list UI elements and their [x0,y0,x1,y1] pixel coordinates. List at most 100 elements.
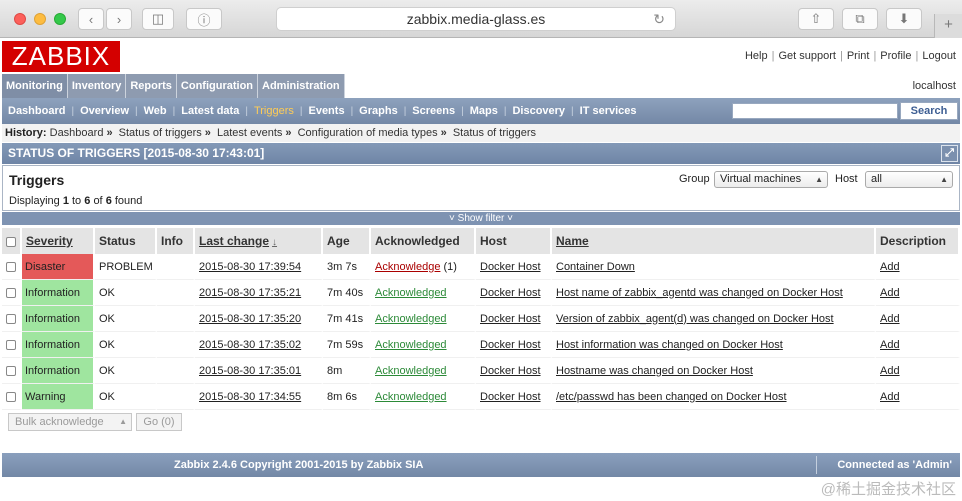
last-change-link[interactable]: 2015-08-30 17:35:01 [199,365,301,377]
get-support-link[interactable]: Get support [778,50,835,62]
row-checkbox[interactable] [6,365,16,376]
row-checkbox[interactable] [6,391,16,402]
submenu-overview[interactable]: Overview [80,105,129,117]
menu-configuration[interactable]: Configuration [176,74,259,98]
status-cell: OK [95,280,157,306]
tabs-overview-button[interactable]: ⧉ [842,8,878,30]
menu-administration[interactable]: Administration [258,74,345,98]
row-checkbox[interactable] [6,339,16,350]
row-checkbox[interactable] [6,287,16,298]
status-cell: OK [95,332,157,358]
menu-reports[interactable]: Reports [126,74,177,98]
last-change-link[interactable]: 2015-08-30 17:35:20 [199,313,301,325]
acknowledged-link[interactable]: Acknowledged [375,339,447,351]
group-select[interactable]: Virtual machines ▲ [714,171,828,188]
show-filter-toggle[interactable]: ˅ Show filter ˅ [2,212,960,225]
triggers-heading: Triggers [9,172,65,188]
add-description-link[interactable]: Add [880,391,900,403]
go-button[interactable]: Go (0) [136,413,182,431]
status-cell: OK [95,306,157,332]
host-link[interactable]: Docker Host [480,365,541,377]
history-link[interactable]: Status of triggers [453,127,536,139]
submenu-latest-data[interactable]: Latest data [181,105,239,117]
col-name[interactable]: Name [552,228,876,254]
trigger-name-link[interactable]: Hostname was changed on Docker Host [556,365,753,377]
host-link[interactable]: Docker Host [480,287,541,299]
zoom-window-button[interactable] [54,13,66,25]
host-link[interactable]: Docker Host [480,391,541,403]
submenu-dashboard[interactable]: Dashboard [8,105,65,117]
search-input[interactable] [732,103,898,119]
history-link[interactable]: Configuration of media types [298,127,438,139]
trigger-name-link[interactable]: Container Down [556,261,635,273]
host-link[interactable]: Docker Host [480,261,541,273]
add-description-link[interactable]: Add [880,287,900,299]
row-checkbox[interactable] [6,313,16,324]
address-bar[interactable]: zabbix.media-glass.es ↻ [276,7,676,31]
downloads-button[interactable]: ⬇ [886,8,922,30]
back-button[interactable]: ‹ [78,8,104,30]
last-change-link[interactable]: 2015-08-30 17:35:02 [199,339,301,351]
host-link[interactable]: Docker Host [480,313,541,325]
acknowledged-link[interactable]: Acknowledged [375,365,447,377]
select-all-checkbox[interactable] [6,236,16,247]
last-change-link[interactable]: 2015-08-30 17:34:55 [199,391,301,403]
age-cell: 7m 41s [323,306,371,332]
copyright-text: Zabbix 2.4.6 Copyright 2001-2015 by Zabb… [174,459,424,471]
sidebar-button[interactable]: ◫ [142,8,174,30]
last-change-link[interactable]: 2015-08-30 17:35:21 [199,287,301,299]
history-link[interactable]: Dashboard [50,127,104,139]
acknowledged-link[interactable]: Acknowledged [375,391,447,403]
logout-link[interactable]: Logout [922,50,956,62]
print-link[interactable]: Print [847,50,870,62]
help-link[interactable]: Help [745,50,768,62]
history-link[interactable]: Latest events [217,127,282,139]
submenu-screens[interactable]: Screens [412,105,455,117]
submenu-web[interactable]: Web [144,105,167,117]
submenu-it-services[interactable]: IT services [580,105,637,117]
count-to: 6 [84,195,91,207]
search-button[interactable]: Search [900,102,958,120]
trigger-name-link[interactable]: Host name of zabbix_agentd was changed o… [556,287,843,299]
col-last-change[interactable]: Last change ↓ [195,228,323,254]
last-change-link[interactable]: 2015-08-30 17:39:54 [199,261,301,273]
trigger-name-link[interactable]: Version of zabbix_agent(d) was changed o… [556,313,834,325]
col-severity[interactable]: Severity [22,228,95,254]
reload-icon[interactable]: ↻ [653,8,665,30]
add-description-link[interactable]: Add [880,261,900,273]
forward-button[interactable]: › [106,8,132,30]
host-link[interactable]: Docker Host [480,339,541,351]
acknowledged-link[interactable]: Acknowledged [375,313,447,325]
add-description-link[interactable]: Add [880,313,900,325]
close-window-button[interactable] [14,13,26,25]
acknowledged-link[interactable]: Acknowledged [375,287,447,299]
submenu-triggers[interactable]: Triggers [254,105,294,117]
bulk-acknowledge-select[interactable]: Bulk acknowledge ▲ [8,413,132,431]
new-tab-button[interactable]: + [934,14,962,38]
submenu-maps[interactable]: Maps [470,105,498,117]
trigger-name-link[interactable]: /etc/passwd has been changed on Docker H… [556,391,787,403]
history-link[interactable]: Status of triggers [119,127,202,139]
trigger-name-link[interactable]: Host information was changed on Docker H… [556,339,783,351]
submenu-discovery[interactable]: Discovery [512,105,565,117]
menu-monitoring[interactable]: Monitoring [2,74,68,98]
submenu-events[interactable]: Events [308,105,344,117]
minimize-window-button[interactable] [34,13,46,25]
menu-inventory[interactable]: Inventory [67,74,127,98]
row-checkbox[interactable] [6,261,16,272]
name-cell: Hostname was changed on Docker Host [552,358,876,384]
zabbix-logo[interactable]: ZABBIX [2,41,120,72]
add-description-link[interactable]: Add [880,339,900,351]
history-label: History: [5,127,47,139]
host-select[interactable]: all ▲ [865,171,953,188]
host-cell: Docker Host [476,332,552,358]
privacy-button[interactable]: ⓘ [186,8,222,30]
fullscreen-button[interactable]: ⤢ [941,145,958,162]
connected-as-text: Connected as 'Admin' [837,459,952,471]
submenu-graphs[interactable]: Graphs [359,105,398,117]
add-description-link[interactable]: Add [880,365,900,377]
share-button[interactable]: ⇧ [798,8,834,30]
profile-link[interactable]: Profile [880,50,911,62]
acknowledge-link[interactable]: Acknowledge [375,261,440,273]
top-links: Help | Get support | Print | Profile | Logout [744,50,956,62]
